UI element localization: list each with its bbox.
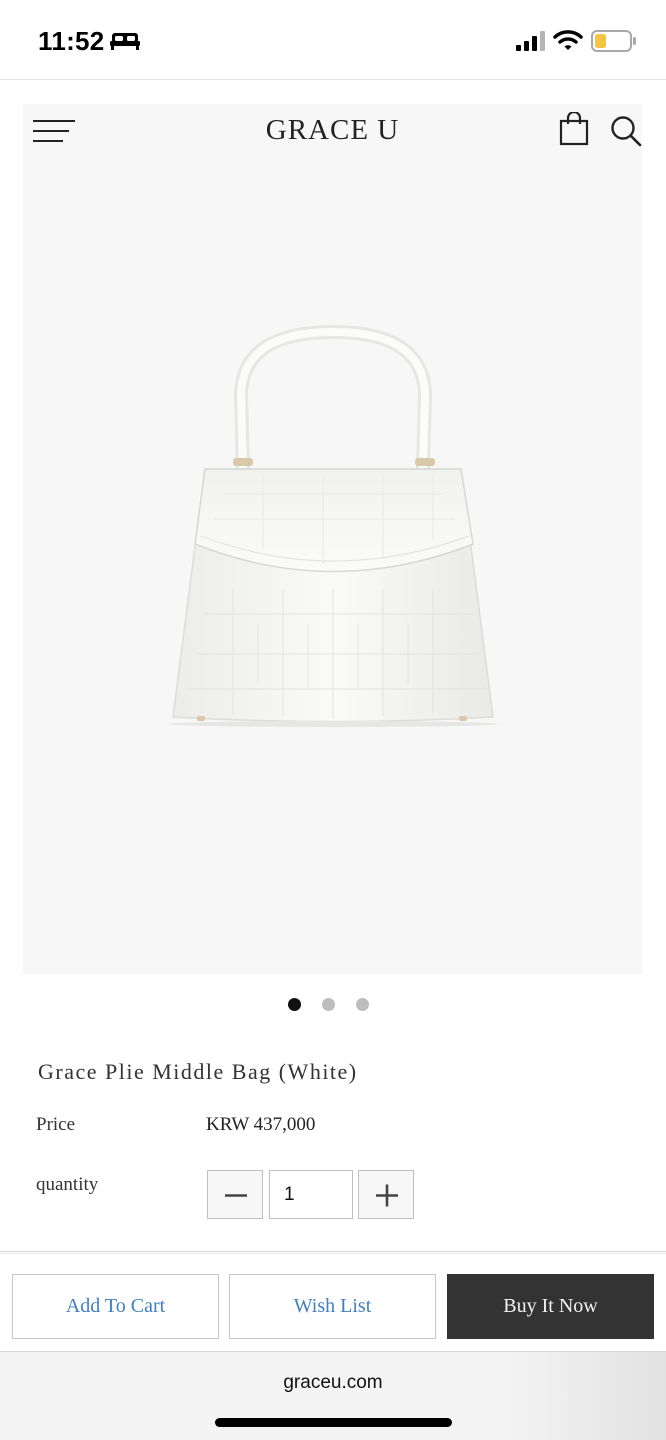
buy-now-button[interactable]: Buy It Now — [447, 1274, 654, 1339]
carousel-pagination — [286, 998, 376, 1012]
quantity-label: quantity — [36, 1174, 99, 1195]
carousel-dot-1[interactable] — [288, 998, 301, 1011]
carousel-dot-3[interactable] — [356, 998, 369, 1011]
status-time: 11:52 — [38, 26, 105, 56]
product-image[interactable] — [143, 324, 523, 734]
quantity-input[interactable]: 1 — [269, 1170, 353, 1219]
url-text[interactable]: graceu.com — [0, 1372, 666, 1394]
divider — [0, 1251, 666, 1254]
quantity-decrease-button[interactable] — [207, 1170, 263, 1219]
bed-icon — [110, 33, 140, 50]
quantity-increase-button[interactable] — [358, 1170, 414, 1219]
battery-icon — [591, 30, 636, 52]
wifi-icon — [553, 30, 583, 50]
wish-list-button[interactable]: Wish List — [229, 1274, 436, 1339]
minus-icon — [225, 1194, 247, 1197]
carousel-dot-2[interactable] — [322, 998, 335, 1011]
product-gallery[interactable]: GRACE U — [23, 104, 642, 974]
price-label: Price — [36, 1114, 76, 1135]
brand-logo[interactable]: GRACE U — [23, 114, 642, 147]
plus-icon — [376, 1184, 398, 1207]
add-to-cart-button[interactable]: Add To Cart — [12, 1274, 219, 1339]
signal-icon — [516, 31, 545, 51]
search-icon[interactable] — [610, 114, 642, 148]
home-indicator[interactable] — [215, 1418, 452, 1427]
browser-url-bar[interactable]: graceu.com — [0, 1351, 666, 1440]
shopping-bag-icon[interactable] — [558, 112, 590, 146]
price-value: KRW 437,000 — [206, 1114, 316, 1135]
product-name: Grace Plie Middle Bag (White) — [38, 1059, 358, 1084]
status-bar: 11:52 — [0, 0, 666, 80]
